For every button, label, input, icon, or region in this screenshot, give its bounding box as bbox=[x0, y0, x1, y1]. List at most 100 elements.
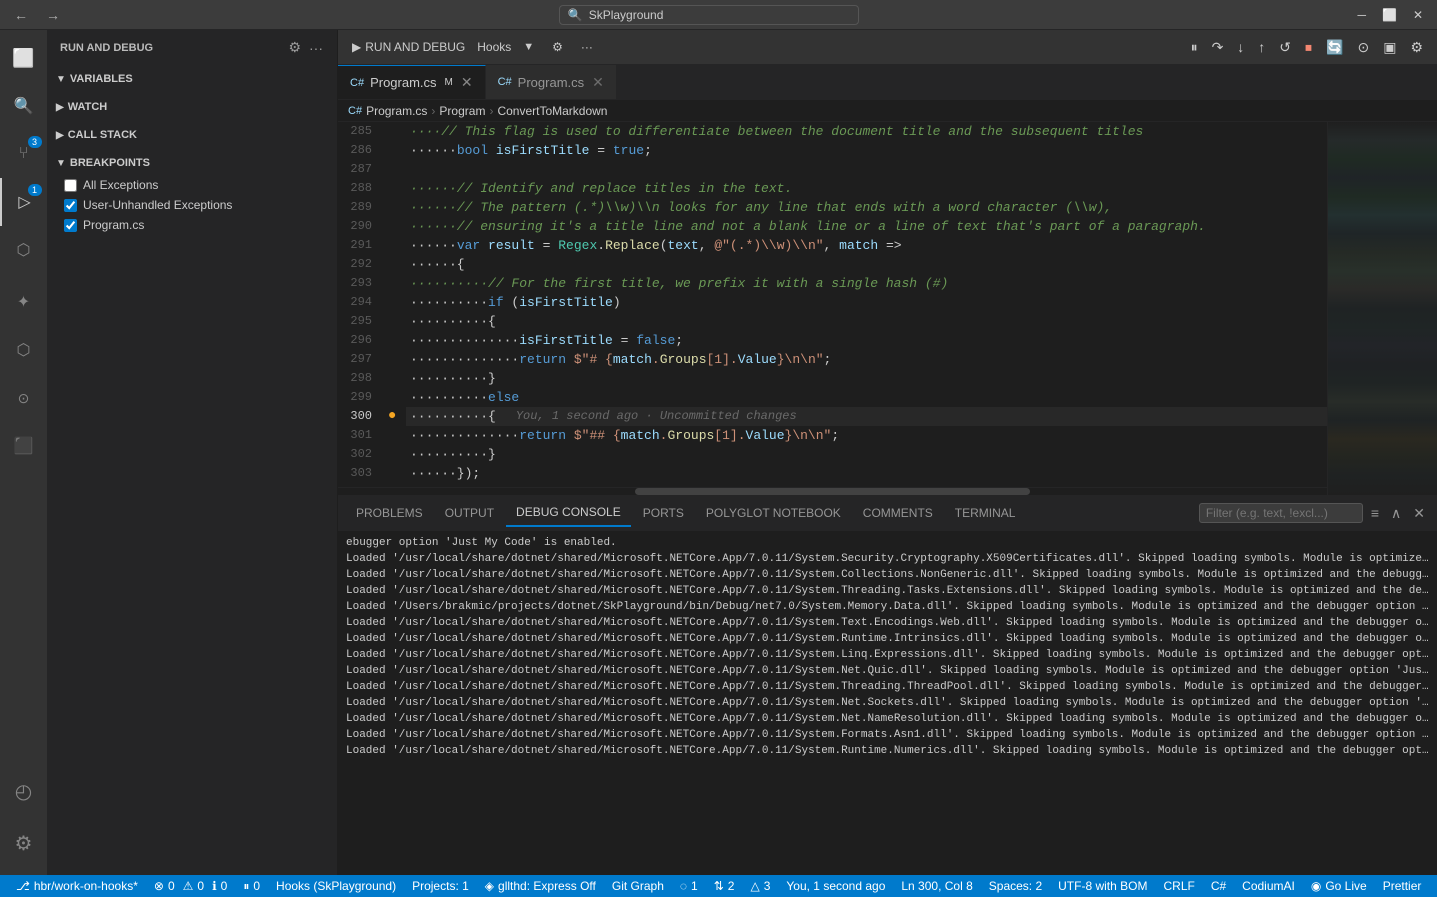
status-debug-name[interactable]: Hooks (SkPlayground) bbox=[268, 875, 404, 897]
debug-step-out-button[interactable]: ↑ bbox=[1252, 36, 1271, 58]
status-cursor[interactable]: Ln 300, Col 8 bbox=[893, 875, 980, 897]
editor-area: ▶ RUN AND DEBUG Hooks ▼ ⚙ ··· ⏸ ↷ ↓ ↑ ↺ … bbox=[338, 30, 1437, 875]
tab-ports[interactable]: PORTS bbox=[633, 500, 694, 526]
sidebar-item-explorer[interactable]: ⬜ bbox=[0, 34, 48, 82]
status-encoding[interactable]: UTF-8 with BOM bbox=[1050, 875, 1155, 897]
tab-output[interactable]: OUTPUT bbox=[435, 500, 504, 526]
sidebar-item-timeline[interactable]: ◴ bbox=[0, 767, 48, 815]
breakpoint-item-all-exceptions[interactable]: All Exceptions bbox=[48, 175, 337, 195]
watch-label: WATCH bbox=[68, 101, 108, 113]
sidebar-item-testing[interactable]: ⬡ bbox=[0, 326, 48, 374]
status-blame[interactable]: You, 1 second ago bbox=[778, 875, 893, 897]
debug-step-over-button[interactable]: ↷ bbox=[1206, 36, 1230, 59]
breakpoint-user-unhandled-checkbox[interactable] bbox=[64, 199, 77, 212]
window-maximize-button[interactable]: ⬜ bbox=[1376, 6, 1403, 24]
call-stack-header[interactable]: ▶ CALL STACK bbox=[48, 125, 337, 145]
cursor-label: Ln 300, Col 8 bbox=[901, 879, 972, 893]
code-line-294: ··········if (isFirstTitle) bbox=[406, 293, 1327, 312]
tab-polyglot[interactable]: POLYGLOT NOTEBOOK bbox=[696, 500, 851, 526]
debug-restart-button[interactable]: ↺ bbox=[1273, 36, 1297, 59]
tab-comments[interactable]: COMMENTS bbox=[853, 500, 943, 526]
line-num-293: 293 bbox=[338, 274, 380, 293]
breadcrumb-part-1[interactable]: Program bbox=[439, 104, 485, 118]
extra-icon: ⬛ bbox=[14, 436, 34, 456]
sidebar-item-extra[interactable]: ⬛ bbox=[0, 422, 48, 470]
sidebar-item-ports[interactable]: ⊙ bbox=[0, 374, 48, 422]
variables-header[interactable]: ▼ VARIABLES bbox=[48, 69, 337, 89]
code-line-292: ······{ bbox=[406, 255, 1327, 274]
search-bar[interactable]: 🔍 bbox=[559, 5, 859, 25]
tab-terminal[interactable]: TERMINAL bbox=[945, 500, 1026, 526]
debug-continue-button[interactable]: ⏸ bbox=[1185, 36, 1204, 59]
window-minimize-button[interactable]: ─ bbox=[1351, 6, 1372, 24]
status-language[interactable]: C# bbox=[1203, 875, 1234, 897]
nav-back-button[interactable]: ← bbox=[8, 5, 34, 25]
debug-disconnect-button[interactable]: 🔄 bbox=[1320, 36, 1349, 59]
breakpoint-program-checkbox[interactable] bbox=[64, 219, 77, 232]
sidebar-item-settings[interactable]: ⚙ bbox=[0, 819, 48, 867]
status-sync3[interactable]: △ 3 bbox=[742, 875, 778, 897]
code-editor[interactable]: 285 286 287 288 289 290 291 292 293 294 … bbox=[338, 122, 1327, 495]
status-golive[interactable]: ◉ Go Live bbox=[1303, 875, 1375, 897]
watch-header[interactable]: ▶ WATCH bbox=[48, 97, 337, 117]
debug-toolbar-icon2[interactable]: ▣ bbox=[1377, 36, 1402, 59]
breakpoint-all-exceptions-checkbox[interactable] bbox=[64, 179, 77, 192]
sidebar-item-copilot[interactable]: ✦ bbox=[0, 278, 48, 326]
status-sync2[interactable]: ⇅ 2 bbox=[706, 875, 743, 897]
code-content: 285 286 287 288 289 290 291 292 293 294 … bbox=[338, 122, 1327, 487]
panel-filter-input[interactable] bbox=[1206, 506, 1356, 520]
sidebar-more-button[interactable]: ··· bbox=[307, 37, 325, 58]
status-git-branch[interactable]: ⎇ hbr/work-on-hooks* bbox=[8, 875, 146, 897]
tab-close[interactable]: ✕ bbox=[592, 74, 604, 91]
tab-debug-console[interactable]: DEBUG CONSOLE bbox=[506, 499, 631, 527]
status-spaces[interactable]: Spaces: 2 bbox=[981, 875, 1050, 897]
minimap bbox=[1327, 122, 1437, 495]
window-close-button[interactable]: ✕ bbox=[1407, 6, 1429, 24]
tab-program-cs-active[interactable]: C# Program.cs M ✕ bbox=[338, 65, 486, 99]
status-copilot[interactable]: ◈ gllthd: Express Off bbox=[477, 875, 604, 897]
tab-close-active[interactable]: ✕ bbox=[461, 74, 473, 91]
status-git-graph[interactable]: Git Graph bbox=[604, 875, 672, 897]
debug-stop-button[interactable]: ⏹ bbox=[1299, 36, 1318, 59]
status-eol[interactable]: CRLF bbox=[1155, 875, 1202, 897]
breakpoint-item-program[interactable]: Program.cs bbox=[48, 215, 337, 235]
breadcrumb: C# Program.cs › Program › ConvertToMarkd… bbox=[338, 100, 1437, 122]
sidebar-item-extensions[interactable]: ⬡ bbox=[0, 226, 48, 274]
line-num-285: 285 bbox=[338, 122, 380, 141]
sidebar-item-search[interactable]: 🔍 bbox=[0, 82, 48, 130]
debug-more-button[interactable]: ··· bbox=[575, 37, 599, 57]
debug-toolbar-icon3[interactable]: ⚙ bbox=[1404, 36, 1429, 59]
breakpoint-item-user-unhandled[interactable]: User-Unhandled Exceptions bbox=[48, 195, 337, 215]
status-prettier[interactable]: Prettier bbox=[1375, 875, 1430, 897]
debug-step-into-button[interactable]: ↓ bbox=[1231, 36, 1250, 58]
breadcrumb-part-2[interactable]: ConvertToMarkdown bbox=[497, 104, 607, 118]
breakpoints-header[interactable]: ▼ BREAKPOINTS bbox=[48, 153, 337, 173]
debug-toolbar-icon1[interactable]: ⊙ bbox=[1351, 36, 1375, 59]
nav-forward-button[interactable]: → bbox=[40, 5, 66, 25]
panel-close-button[interactable]: ✕ bbox=[1409, 503, 1429, 524]
breadcrumb-part-0[interactable]: Program.cs bbox=[366, 104, 427, 118]
breakpoints-section: ▼ BREAKPOINTS All Exceptions User-Unhand… bbox=[48, 149, 337, 241]
search-input[interactable] bbox=[589, 8, 850, 22]
status-debug-pause[interactable]: ⏸ 0 bbox=[235, 875, 268, 897]
git-graph-label: Git Graph bbox=[612, 879, 664, 893]
debug-settings-button[interactable]: ⚙ bbox=[546, 37, 569, 57]
line-num-287: 287 bbox=[338, 160, 380, 179]
sidebar-item-source-control[interactable]: ⑂ 3 bbox=[0, 130, 48, 178]
status-projects[interactable]: Projects: 1 bbox=[404, 875, 477, 897]
tab-program-cs[interactable]: C# Program.cs ✕ bbox=[486, 65, 617, 99]
panel-collapse-button[interactable]: ∧ bbox=[1387, 503, 1405, 524]
horizontal-scrollbar[interactable] bbox=[338, 487, 1327, 495]
blame-label: You, 1 second ago bbox=[786, 879, 885, 893]
line-num-302: 302 bbox=[338, 445, 380, 464]
panel-filter-icon[interactable]: ≡ bbox=[1367, 503, 1383, 523]
sidebar-settings-button[interactable]: ⚙ bbox=[286, 37, 303, 58]
run-debug-button[interactable]: ▶ RUN AND DEBUG bbox=[346, 37, 471, 57]
panel-filter[interactable] bbox=[1199, 503, 1363, 523]
status-codium[interactable]: CodiumAI bbox=[1234, 875, 1303, 897]
status-sync1[interactable]: ◌ 1 bbox=[672, 875, 706, 897]
status-problems[interactable]: ⊗ 0 ⚠ 0 ℹ 0 bbox=[146, 875, 235, 897]
sidebar-item-run-debug[interactable]: ▷ 1 bbox=[0, 178, 48, 226]
tab-problems[interactable]: PROBLEMS bbox=[346, 500, 433, 526]
debug-config-dropdown[interactable]: ▼ bbox=[517, 38, 540, 56]
